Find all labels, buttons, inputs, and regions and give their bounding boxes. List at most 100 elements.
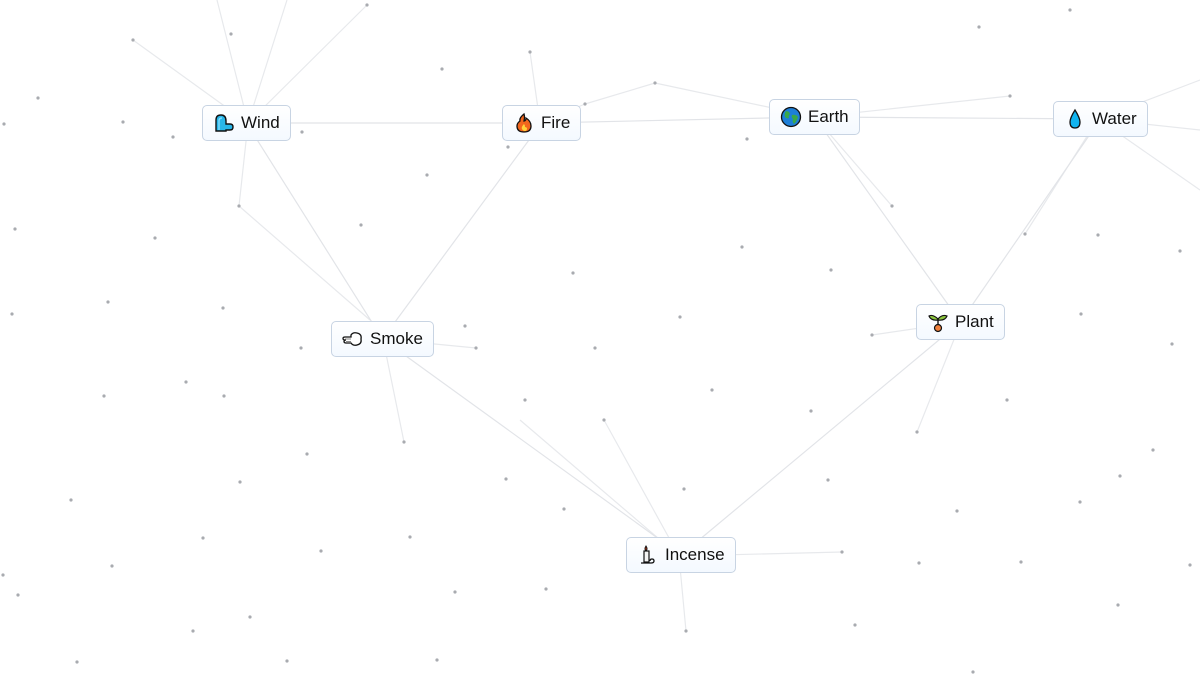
particle-dot bbox=[1, 573, 5, 577]
particle-dot bbox=[528, 50, 532, 54]
particle-dot bbox=[184, 380, 188, 384]
particle-dot bbox=[305, 452, 309, 456]
element-node-incense[interactable]: Incense bbox=[626, 537, 736, 573]
element-label: Fire bbox=[541, 113, 571, 132]
particle-dot bbox=[971, 670, 975, 674]
particle-dot bbox=[840, 550, 844, 554]
particle-dot bbox=[593, 346, 597, 350]
particle-dot bbox=[75, 660, 79, 664]
particle-dot bbox=[1188, 563, 1192, 567]
particle-dot bbox=[740, 245, 744, 249]
particle-dot bbox=[1008, 94, 1012, 98]
particle-dot bbox=[435, 658, 439, 662]
particle-dot bbox=[201, 536, 205, 540]
stray-line bbox=[519, 419, 680, 557]
particle-dot bbox=[1019, 560, 1023, 564]
particle-dot bbox=[653, 81, 657, 85]
connection-line-earth-plant bbox=[814, 116, 961, 323]
droplet-icon bbox=[1064, 108, 1086, 130]
particle-dot bbox=[1005, 398, 1009, 402]
element-node-plant[interactable]: Plant bbox=[916, 304, 1005, 340]
particle-dot bbox=[299, 346, 303, 350]
particle-dot bbox=[710, 388, 714, 392]
particle-dot bbox=[221, 306, 225, 310]
element-node-water[interactable]: Water bbox=[1053, 101, 1148, 137]
particle-dot bbox=[826, 478, 830, 482]
particle-dot bbox=[602, 418, 606, 422]
particle-dot bbox=[425, 173, 429, 177]
element-node-smoke[interactable]: Smoke bbox=[331, 321, 434, 357]
particle-dot bbox=[682, 487, 686, 491]
particle-dot bbox=[523, 398, 527, 402]
connection-line-smoke-incense bbox=[382, 338, 682, 556]
particle-dot bbox=[300, 130, 304, 134]
element-node-fire[interactable]: Fire bbox=[502, 105, 582, 141]
stray-line bbox=[603, 419, 680, 557]
element-node-earth[interactable]: Earth bbox=[769, 99, 860, 135]
stray-line bbox=[584, 82, 656, 105]
particle-dot bbox=[890, 204, 894, 208]
seedling-icon bbox=[927, 311, 949, 333]
connection-layer bbox=[1, 0, 1200, 674]
element-label: Wind bbox=[241, 113, 280, 132]
particle-dot bbox=[829, 268, 833, 272]
particle-dot bbox=[1079, 312, 1083, 316]
particle-dot bbox=[16, 593, 20, 597]
particle-dot bbox=[955, 509, 959, 513]
particle-dot bbox=[977, 25, 981, 29]
particle-dot bbox=[36, 96, 40, 100]
wind-face-icon bbox=[213, 112, 235, 134]
particle-dot bbox=[171, 135, 175, 139]
particle-dot bbox=[1178, 249, 1182, 253]
particle-dot bbox=[1116, 603, 1120, 607]
particle-dot bbox=[248, 615, 252, 619]
particle-dot bbox=[222, 394, 226, 398]
smoke-puff-icon bbox=[342, 328, 364, 350]
particle-dot bbox=[1096, 233, 1100, 237]
particle-dot bbox=[853, 623, 857, 627]
particle-dot bbox=[915, 430, 919, 434]
particle-dot bbox=[2, 122, 6, 126]
particle-dot bbox=[402, 440, 406, 444]
particle-dot bbox=[544, 587, 548, 591]
globe-icon bbox=[780, 106, 802, 128]
element-label: Smoke bbox=[370, 329, 423, 348]
particle-dot bbox=[1170, 342, 1174, 346]
particle-dot bbox=[10, 312, 14, 316]
stray-line bbox=[238, 205, 371, 321]
element-label: Incense bbox=[665, 545, 725, 564]
particle-dot bbox=[408, 535, 412, 539]
particle-dot bbox=[917, 561, 921, 565]
particle-dot bbox=[453, 590, 457, 594]
particle-dot bbox=[13, 227, 17, 231]
element-label: Plant bbox=[955, 312, 994, 331]
particle-dot bbox=[678, 315, 682, 319]
particle-dot bbox=[238, 480, 242, 484]
particle-dot bbox=[1078, 500, 1082, 504]
particle-dot bbox=[809, 409, 813, 413]
particle-dot bbox=[102, 394, 106, 398]
candle-icon bbox=[637, 544, 659, 566]
particle-dot bbox=[571, 271, 575, 275]
particle-dot bbox=[506, 145, 510, 149]
element-label: Water bbox=[1092, 109, 1137, 128]
craft-canvas[interactable]: Wind Fire Earth Water Smoke Plant Incens… bbox=[0, 0, 1200, 675]
particle-dot bbox=[131, 38, 135, 42]
connection-line-water-plant bbox=[960, 118, 1101, 323]
fire-icon bbox=[513, 112, 535, 134]
particle-dot bbox=[1068, 8, 1072, 12]
particle-dot bbox=[359, 223, 363, 227]
particle-dot bbox=[121, 120, 125, 124]
particle-dot bbox=[1118, 474, 1122, 478]
particle-dot bbox=[153, 236, 157, 240]
particle-dot bbox=[191, 629, 195, 633]
particle-dot bbox=[562, 507, 566, 511]
particle-dot bbox=[106, 300, 110, 304]
element-node-wind[interactable]: Wind bbox=[202, 105, 291, 141]
particle-dot bbox=[463, 324, 467, 328]
connection-line-fire-smoke bbox=[382, 122, 542, 340]
particle-dot bbox=[285, 659, 289, 663]
particle-dot bbox=[1023, 232, 1027, 236]
particle-dot bbox=[237, 204, 241, 208]
connection-line-plant-incense bbox=[680, 321, 961, 556]
